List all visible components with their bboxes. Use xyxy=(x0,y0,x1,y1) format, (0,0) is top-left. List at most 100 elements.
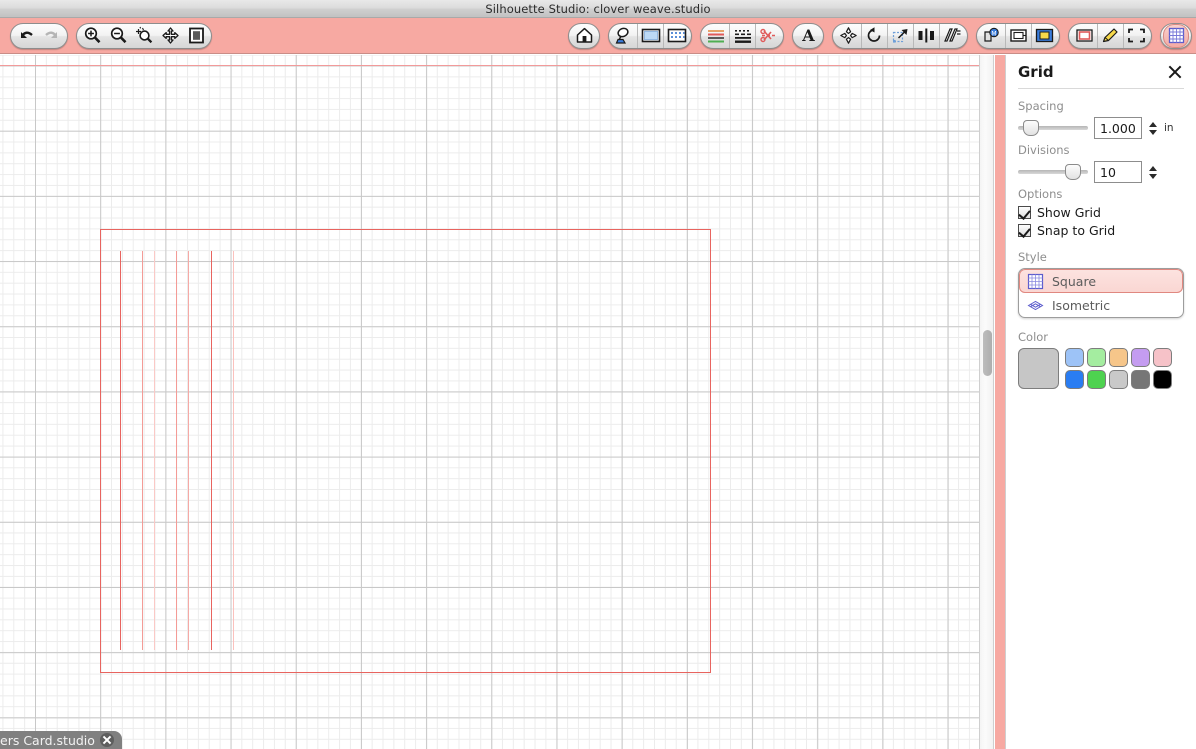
color-swatch[interactable] xyxy=(1153,348,1172,367)
stepper-down-icon[interactable] xyxy=(1149,173,1157,179)
style-item-isometric[interactable]: Isometric xyxy=(1019,293,1183,317)
grid-button[interactable] xyxy=(1163,23,1189,48)
color-swatch[interactable] xyxy=(1109,348,1128,367)
design-line[interactable] xyxy=(142,251,143,650)
show-grid-label: Show Grid xyxy=(1037,205,1101,220)
color-swatch[interactable] xyxy=(1153,370,1172,389)
zoom-to-selection-button[interactable] xyxy=(131,24,157,48)
stepper-up-icon[interactable] xyxy=(1149,121,1157,127)
close-icon[interactable] xyxy=(1166,63,1184,81)
toolbar-group-fill xyxy=(1068,22,1152,49)
fit-to-page-icon xyxy=(188,27,204,44)
align-button[interactable] xyxy=(913,23,939,48)
toolbar-group-history xyxy=(10,22,68,49)
offset-button[interactable] xyxy=(1005,23,1031,48)
zoom-out-button[interactable] xyxy=(105,24,131,48)
trace-button[interactable] xyxy=(1031,23,1057,48)
color-swatch[interactable] xyxy=(1131,348,1150,367)
spacing-slider-knob[interactable] xyxy=(1023,120,1039,136)
send-to-silhouette-button[interactable] xyxy=(611,24,637,48)
line-style-icon xyxy=(734,30,751,43)
sketch-pen-button[interactable] xyxy=(1097,23,1123,48)
window-title-bar: Silhouette Studio: clover weave.studio xyxy=(0,0,1196,18)
fit-to-page-button[interactable] xyxy=(183,24,209,48)
cut-settings-button[interactable] xyxy=(663,23,689,48)
design-line[interactable] xyxy=(233,251,234,650)
fill-color-button[interactable] xyxy=(1071,24,1097,48)
style-item-isometric-label: Isometric xyxy=(1052,297,1111,313)
toolbar-group-zoom xyxy=(76,22,212,49)
show-grid-checkbox[interactable] xyxy=(1018,206,1031,219)
toolbar-group-design xyxy=(608,22,692,49)
page-boundary xyxy=(100,229,711,673)
design-line[interactable] xyxy=(120,251,121,650)
zoom-in-button[interactable] xyxy=(79,24,105,48)
color-swatch[interactable] xyxy=(1065,348,1084,367)
align-icon xyxy=(918,28,934,43)
color-swatch-grid xyxy=(1018,348,1184,389)
main-toolbar: A M xyxy=(0,18,1196,54)
snap-to-grid-checkbox[interactable] xyxy=(1018,224,1031,237)
current-color-swatch[interactable] xyxy=(1018,348,1059,389)
stepper-down-icon[interactable] xyxy=(1149,129,1157,135)
registration-marks-button[interactable] xyxy=(1123,23,1149,48)
undo-icon xyxy=(21,31,33,38)
scale-button[interactable] xyxy=(887,23,913,48)
svg-text:M: M xyxy=(991,31,996,38)
isometric-grid-icon xyxy=(1027,297,1044,314)
line-style-button[interactable] xyxy=(729,23,755,48)
divisions-input[interactable]: 10 xyxy=(1094,161,1142,183)
toolbar-group-modify: M xyxy=(976,22,1060,49)
line-color-icon xyxy=(708,30,724,43)
vertical-scrollbar[interactable] xyxy=(979,55,994,749)
line-color-button[interactable] xyxy=(703,24,729,48)
move-button[interactable] xyxy=(835,24,861,48)
move-icon xyxy=(839,27,857,44)
rotate-icon xyxy=(867,27,881,42)
spacing-stepper[interactable] xyxy=(1148,117,1158,139)
modify-button[interactable]: M xyxy=(979,24,1005,48)
toolbar-group-text: A xyxy=(792,22,824,49)
library-button[interactable] xyxy=(571,24,597,48)
spacing-input[interactable]: 1.000 xyxy=(1094,117,1142,139)
divisions-slider-knob[interactable] xyxy=(1065,164,1081,180)
design-line[interactable] xyxy=(176,251,177,650)
snap-to-grid-checkbox-row[interactable]: Snap to Grid xyxy=(1018,223,1184,238)
cut-settings-icon xyxy=(667,28,686,43)
show-grid-checkbox-row[interactable]: Show Grid xyxy=(1018,205,1184,220)
close-icon[interactable] xyxy=(99,733,114,747)
pan-button[interactable] xyxy=(157,24,183,48)
design-line[interactable] xyxy=(154,251,155,650)
rotate-button[interactable] xyxy=(861,23,887,48)
snap-to-grid-label: Snap to Grid xyxy=(1037,223,1116,238)
toolbar-group-transform xyxy=(832,22,968,49)
replicate-icon xyxy=(944,28,961,42)
text-style-button[interactable]: A xyxy=(795,24,821,48)
design-canvas[interactable] xyxy=(0,55,979,749)
page-setup-button[interactable] xyxy=(637,23,663,48)
redo-button[interactable] xyxy=(39,24,65,48)
replicate-button[interactable] xyxy=(939,23,965,48)
document-tab[interactable]: ers Card.studio xyxy=(0,731,122,749)
cut-style-button[interactable] xyxy=(755,23,781,48)
design-line[interactable] xyxy=(211,251,212,650)
color-swatch[interactable] xyxy=(1131,370,1150,389)
color-swatch[interactable] xyxy=(1087,370,1106,389)
divisions-slider[interactable] xyxy=(1018,163,1088,181)
color-swatch[interactable] xyxy=(1065,370,1084,389)
vertical-scrollbar-thumb[interactable] xyxy=(983,330,992,376)
style-item-square[interactable]: Square xyxy=(1019,269,1183,293)
spacing-unit: in xyxy=(1164,122,1174,134)
spacing-row: 1.000 in xyxy=(1018,117,1184,139)
window-title: Silhouette Studio: clover weave.studio xyxy=(485,1,711,16)
stepper-up-icon[interactable] xyxy=(1149,165,1157,171)
grid-icon xyxy=(1168,27,1184,44)
text-style-icon: A xyxy=(801,26,815,45)
divisions-stepper[interactable] xyxy=(1148,161,1158,183)
color-swatch[interactable] xyxy=(1087,348,1106,367)
spacing-slider[interactable] xyxy=(1018,119,1088,137)
color-swatch[interactable] xyxy=(1109,370,1128,389)
design-line[interactable] xyxy=(188,251,189,650)
grid-panel: Grid Spacing 1.000 in Divisions 10 Optio… xyxy=(1005,55,1196,749)
undo-button[interactable] xyxy=(13,24,39,48)
